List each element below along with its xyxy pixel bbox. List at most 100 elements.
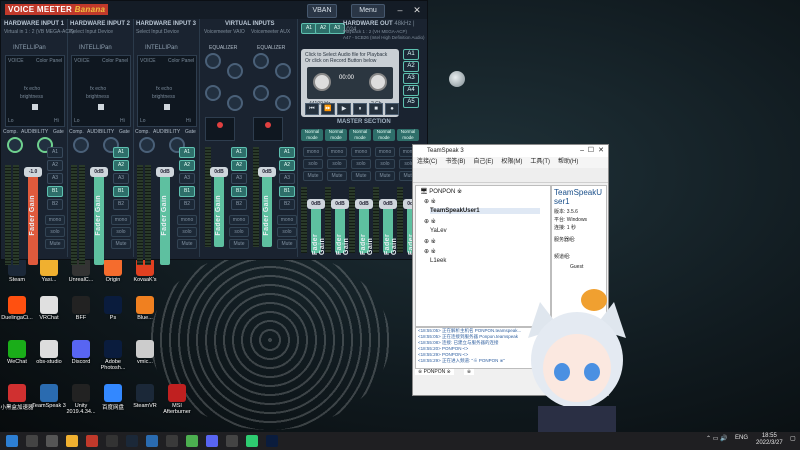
input-1-bus-a2[interactable]: A2 [47, 160, 63, 171]
server-root[interactable]: 🖥 PONPON ※ [420, 188, 462, 195]
fader-knob[interactable]: 0dB [90, 167, 108, 177]
master-fader-knob[interactable]: 0dB [355, 199, 373, 209]
master-mute-button[interactable]: Mute [375, 171, 395, 181]
comp-knob[interactable] [73, 137, 89, 153]
voicemeeter-titlebar[interactable]: VOICE MEETER Banana VBAN Menu – ✕ [1, 1, 427, 19]
mono-button[interactable]: mono [177, 215, 197, 225]
virtual-1-bus-b2[interactable]: B2 [231, 199, 247, 210]
desktop-icon[interactable]: obs-studio [32, 340, 66, 365]
input-2-bus-a1[interactable]: A1 [113, 147, 129, 158]
normal-mode-button[interactable]: Normal mode [301, 129, 323, 141]
pause-button[interactable]: ⏸ [353, 103, 367, 115]
desktop-icon[interactable]: MSI Afterburner [160, 384, 194, 415]
solo-button[interactable]: solo [177, 227, 197, 237]
desktop-icon[interactable]: DuelingaCi... [0, 296, 34, 321]
channel-tree-item[interactable]: ⊕ ※ [424, 238, 436, 245]
bass-knob-2b[interactable] [275, 95, 291, 111]
hw-out-device-1[interactable]: Playback 1 : 2 (VH MEGA-ACP) [343, 29, 425, 34]
strip-device[interactable]: Select Input Device [136, 29, 179, 35]
input-3-bus-a1[interactable]: A1 [179, 147, 195, 158]
input-1-bus-b1[interactable]: B1 [47, 186, 63, 197]
ts-menu-4[interactable]: 工具(T) [530, 159, 550, 165]
stop-button[interactable]: ■ [369, 103, 383, 115]
output-a2-button[interactable]: A2 [403, 61, 419, 72]
language-indicator[interactable]: ENG [735, 435, 748, 441]
virtual-mute-button[interactable]: Mute [229, 239, 249, 249]
fader-knob[interactable]: -1.0 [24, 167, 42, 177]
search-icon[interactable] [26, 435, 38, 447]
minimize-button[interactable]: – [393, 3, 407, 17]
intellipan-panel[interactable]: VOICE Color Panel fx echo brightness Lo … [71, 55, 131, 127]
virtual-2-bus-b1[interactable]: B1 [279, 186, 295, 197]
mono-button[interactable]: mono [45, 215, 65, 225]
input-2-bus-b1[interactable]: B1 [113, 186, 129, 197]
ts-close-button[interactable]: ✕ [598, 145, 604, 157]
teamspeak-taskbar-icon[interactable] [146, 435, 158, 447]
bass-knob-2[interactable] [253, 85, 269, 101]
desktop-icon[interactable]: Ps [96, 296, 130, 321]
intellipan-panel[interactable]: VOICE Color Panel fx echo brightness Lo … [5, 55, 65, 127]
close-button[interactable]: ✕ [410, 3, 424, 17]
strip-device[interactable]: Select Input Device [70, 29, 113, 35]
pan-cursor[interactable] [98, 104, 104, 110]
input-3-bus-b2[interactable]: B2 [179, 199, 195, 210]
desktop-icon[interactable]: BFF [64, 296, 98, 321]
master-mono-button[interactable]: mono [351, 147, 371, 157]
virtual-mono-button[interactable]: mono [229, 215, 249, 225]
comp-knob[interactable] [7, 137, 23, 153]
virtual-solo-button[interactable]: solo [277, 227, 297, 237]
treble-knob-2[interactable] [253, 53, 269, 69]
desktop-icon[interactable]: VRChat [32, 296, 66, 321]
virtual-1-bus-b1[interactable]: B1 [231, 186, 247, 197]
bass-knob-1[interactable] [205, 85, 221, 101]
virtual-1-bus-a3[interactable]: A3 [231, 173, 247, 184]
channel-tree-item[interactable]: ⊕ ※ [424, 218, 436, 225]
solo-button[interactable]: solo [45, 227, 65, 237]
input-2-bus-a3[interactable]: A3 [113, 173, 129, 184]
output-a4-button[interactable]: A4 [403, 85, 419, 96]
input-3-bus-b1[interactable]: B1 [179, 186, 195, 197]
channel-tree-item[interactable]: L1eek [430, 258, 446, 264]
steam-taskbar-icon[interactable] [126, 435, 138, 447]
treble-knob-2b[interactable] [275, 63, 291, 79]
virtual-2-bus-a1[interactable]: A1 [279, 147, 295, 158]
rewind-button[interactable]: ⏮ [305, 103, 319, 115]
notification-icon[interactable]: ▢ [790, 435, 796, 442]
start-button[interactable] [6, 435, 18, 447]
virtual-2-bus-a2[interactable]: A2 [279, 160, 295, 171]
normal-mode-button[interactable]: Normal mode [349, 129, 371, 141]
virtual-1-bus-a1[interactable]: A1 [231, 147, 247, 158]
desktop-icon[interactable]: Unity 2019.4.34... [64, 384, 98, 415]
virtual-2-bus-b2[interactable]: B2 [279, 199, 295, 210]
master-mute-button[interactable]: Mute [327, 171, 347, 181]
desktop-icon[interactable]: WeChat [0, 340, 34, 365]
master-solo-button[interactable]: solo [327, 159, 347, 169]
teamspeak-titlebar[interactable]: TeamSpeak 3 – ☐ ✕ [413, 145, 608, 157]
master-mute-button[interactable]: Mute [303, 171, 323, 181]
pan-cursor[interactable] [32, 104, 38, 110]
desktop-icon[interactable]: 小黑盒加速器 [0, 384, 34, 411]
input-3-bus-a3[interactable]: A3 [179, 173, 195, 184]
virtual-fader-knob[interactable]: 0dB [210, 167, 228, 177]
input-2-bus-a2[interactable]: A2 [113, 160, 129, 171]
vban-button[interactable]: VBAN [307, 4, 337, 18]
desktop-icon[interactable]: vmic... [128, 340, 162, 365]
normal-mode-button[interactable]: Normal mode [373, 129, 395, 141]
channel-tree-item[interactable]: TeamSpeakUser1 [430, 208, 540, 214]
output-a1-button[interactable]: A1 [403, 49, 419, 60]
taskbar-app-icon-2[interactable] [166, 435, 178, 447]
input-1-bus-a1[interactable]: A1 [47, 147, 63, 158]
bass-knob-1b[interactable] [227, 95, 243, 111]
fast-forward-button[interactable]: ⏩ [321, 103, 335, 115]
output-a3-button[interactable]: A3 [403, 73, 419, 84]
play-button[interactable]: ▶ [337, 103, 351, 115]
hw-out-device-2[interactable]: A47 - 5CB26 (Intel High Definition Audio… [343, 35, 425, 40]
treble-knob-1[interactable] [205, 53, 221, 69]
desktop-icon[interactable]: Adobe Photosh... [96, 340, 130, 371]
master-solo-button[interactable]: solo [303, 159, 323, 169]
master-mono-button[interactable]: mono [375, 147, 395, 157]
solo-button[interactable]: solo [111, 227, 131, 237]
ts-menu-5[interactable]: 帮助(H) [558, 159, 578, 165]
intellipan-panel[interactable]: VOICE Color Panel fx echo brightness Lo … [137, 55, 197, 127]
master-fader-knob[interactable]: 0dB [331, 199, 349, 209]
